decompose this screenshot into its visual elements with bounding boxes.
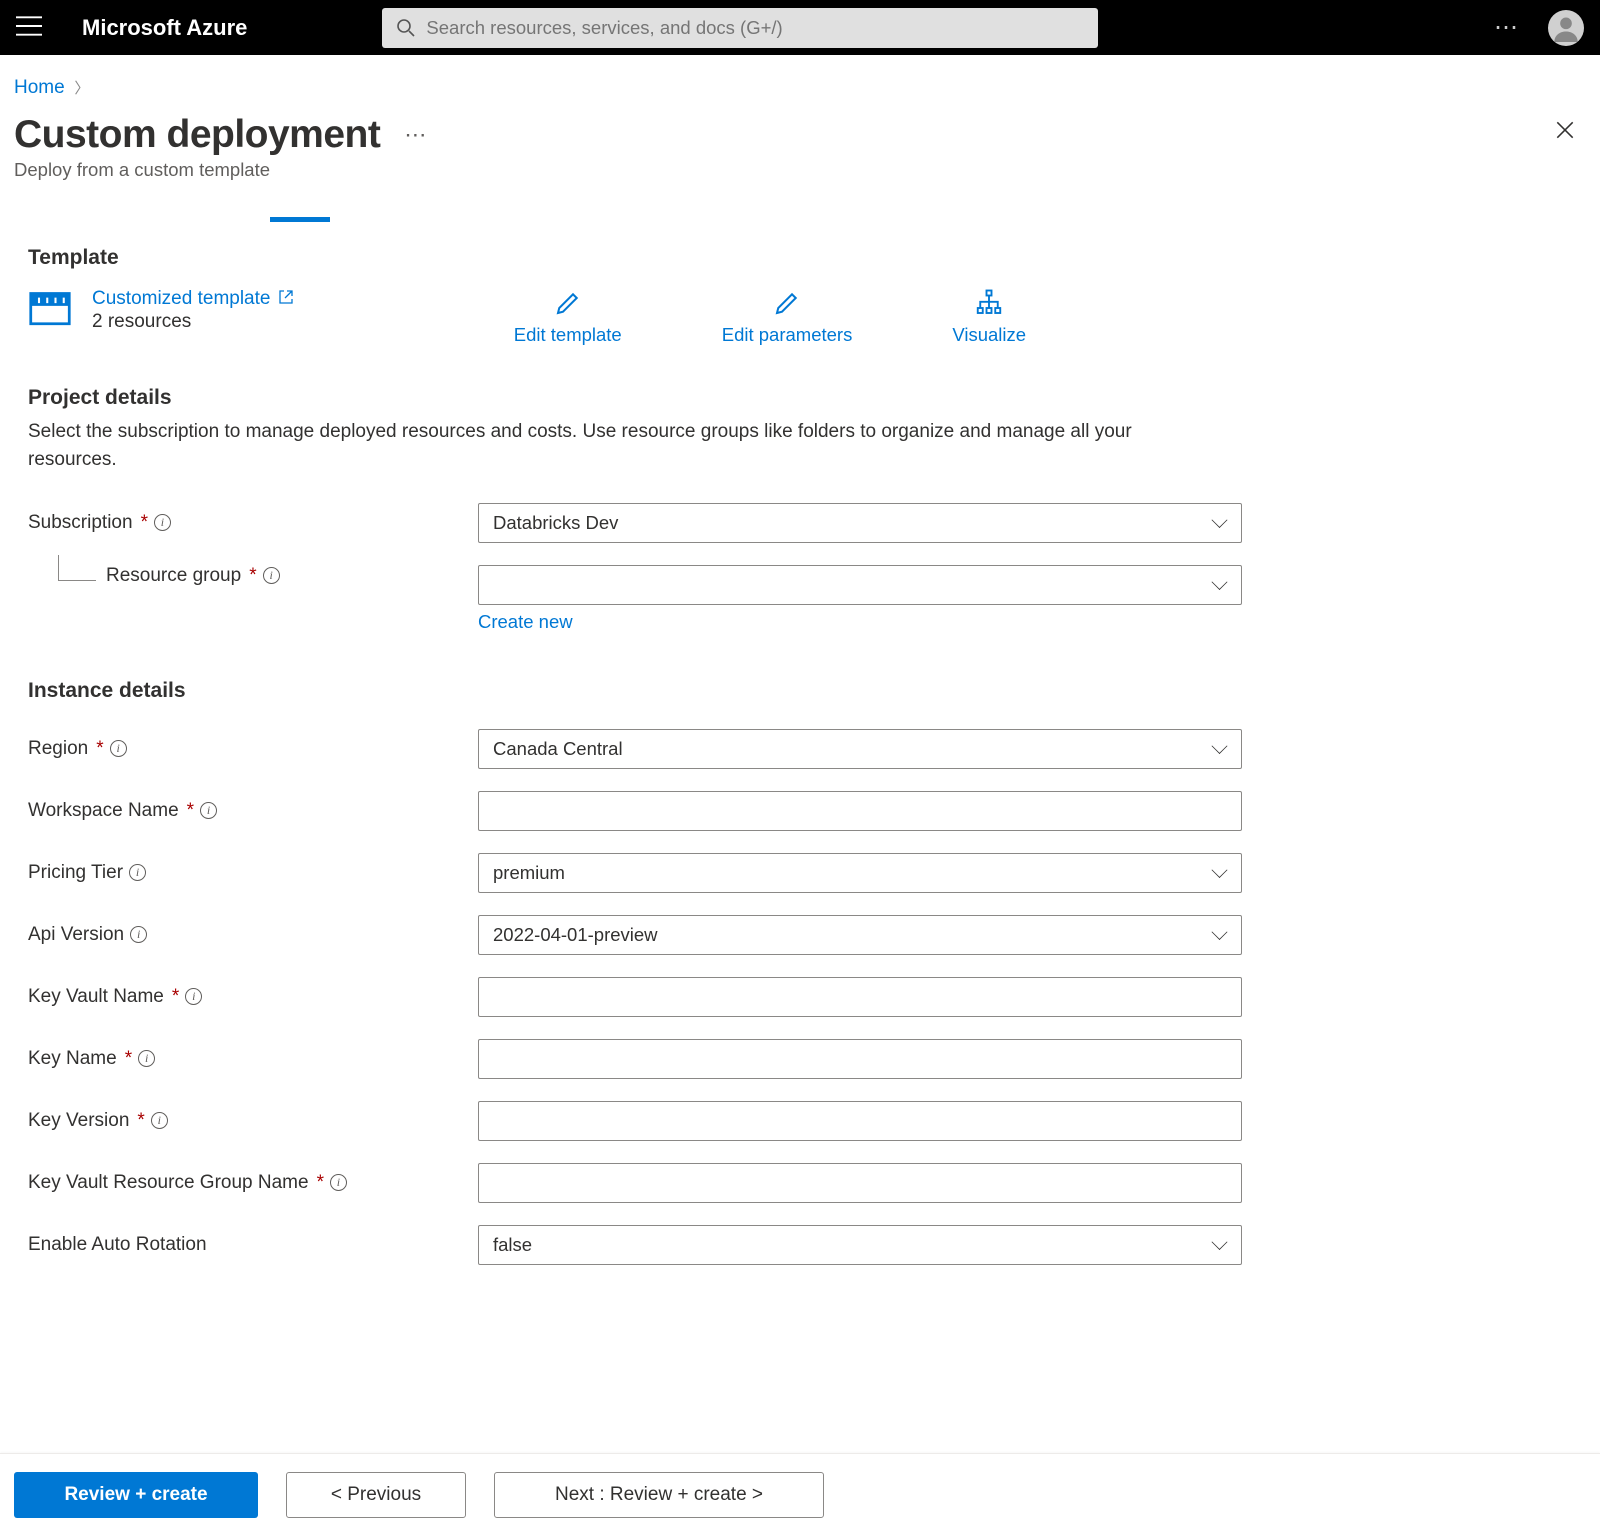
close-icon[interactable] (1554, 119, 1576, 144)
region-label: Region (28, 738, 88, 760)
key-vault-name-label: Key Vault Name (28, 986, 164, 1008)
kv-rg-name-input[interactable] (478, 1163, 1242, 1203)
info-icon[interactable]: i (185, 988, 202, 1005)
template-icon (28, 288, 72, 332)
pricing-tier-row: Pricing Tier i premium (28, 853, 1242, 893)
workspace-name-row: Workspace Name*i (28, 791, 1242, 831)
subscription-row: Subscription*i Databricks Dev (28, 503, 1242, 543)
resource-group-select[interactable] (478, 565, 1242, 605)
visualize-button[interactable]: Visualize (952, 288, 1026, 346)
next-button[interactable]: Next : Review + create > (494, 1472, 824, 1518)
info-icon[interactable]: i (263, 567, 280, 584)
template-row: Customized template 2 resources Edit tem… (28, 288, 1242, 346)
global-header: Microsoft Azure ⋯ (0, 0, 1600, 55)
subscription-select[interactable]: Databricks Dev (478, 503, 1242, 543)
template-section-head: Template (28, 246, 1242, 270)
review-create-button[interactable]: Review + create (14, 1472, 258, 1518)
kv-rg-name-label: Key Vault Resource Group Name (28, 1172, 309, 1194)
info-icon[interactable]: i (151, 1112, 168, 1129)
key-name-label: Key Name (28, 1048, 117, 1070)
api-version-label: Api Version (28, 924, 124, 946)
info-icon[interactable]: i (138, 1050, 155, 1067)
footer-actions: Review + create < Previous Next : Review… (0, 1453, 1600, 1536)
edit-template-button[interactable]: Edit template (514, 288, 622, 346)
info-icon[interactable]: i (330, 1174, 347, 1191)
pencil-icon (772, 288, 802, 318)
hamburger-icon[interactable] (16, 16, 42, 39)
page-subtitle: Deploy from a custom template (14, 159, 1586, 181)
region-select[interactable]: Canada Central (478, 729, 1242, 769)
auto-rotation-select[interactable]: false (478, 1225, 1242, 1265)
previous-button[interactable]: < Previous (286, 1472, 466, 1518)
key-vault-name-row: Key Vault Name*i (28, 977, 1242, 1017)
create-new-rg-link[interactable]: Create new (478, 611, 573, 633)
project-details-desc: Select the subscription to manage deploy… (28, 418, 1198, 475)
key-version-row: Key Version*i (28, 1101, 1242, 1141)
key-vault-name-input[interactable] (478, 977, 1242, 1017)
search-input[interactable] (426, 17, 1084, 39)
project-details-head: Project details (28, 386, 1242, 410)
key-name-input[interactable] (478, 1039, 1242, 1079)
breadcrumb-home[interactable]: Home (14, 77, 65, 98)
global-search[interactable] (382, 8, 1098, 48)
subscription-label: Subscription (28, 512, 133, 534)
user-avatar[interactable] (1548, 10, 1584, 46)
search-icon (396, 18, 416, 38)
info-icon[interactable]: i (129, 864, 146, 881)
info-icon[interactable]: i (200, 802, 217, 819)
pricing-tier-label: Pricing Tier (28, 862, 123, 884)
instance-details-head: Instance details (28, 679, 1242, 703)
auto-rotation-row: Enable Auto Rotation false (28, 1225, 1242, 1265)
page-more-icon[interactable]: ⋯ (404, 122, 428, 148)
chevron-right-icon: 〉 (74, 80, 89, 97)
key-name-row: Key Name*i (28, 1039, 1242, 1079)
breadcrumb: Home 〉 (0, 55, 1600, 113)
external-link-icon (278, 289, 294, 305)
info-icon[interactable]: i (154, 514, 171, 531)
info-icon[interactable]: i (110, 740, 127, 757)
resource-group-label: Resource group (106, 565, 241, 587)
header-more-icon[interactable]: ⋯ (1494, 13, 1520, 42)
pencil-icon (553, 288, 583, 318)
info-icon[interactable]: i (130, 926, 147, 943)
kv-rg-name-row: Key Vault Resource Group Name*i (28, 1163, 1242, 1203)
edit-parameters-button[interactable]: Edit parameters (722, 288, 853, 346)
region-row: Region*i Canada Central (28, 729, 1242, 769)
page-title: Custom deployment (14, 113, 380, 157)
api-version-row: Api Version i 2022-04-01-preview (28, 915, 1242, 955)
customized-template-link[interactable]: Customized template (92, 288, 294, 309)
workspace-name-input[interactable] (478, 791, 1242, 831)
brand-label: Microsoft Azure (82, 15, 247, 41)
auto-rotation-label: Enable Auto Rotation (28, 1234, 207, 1256)
page-header: Custom deployment ⋯ Deploy from a custom… (0, 113, 1600, 187)
key-version-input[interactable] (478, 1101, 1242, 1141)
pricing-tier-select[interactable]: premium (478, 853, 1242, 893)
template-resources-count: 2 resources (92, 311, 294, 333)
resource-group-row: Resource group*i Create new (28, 565, 1242, 633)
hierarchy-icon (974, 288, 1004, 318)
workspace-name-label: Workspace Name (28, 800, 179, 822)
key-version-label: Key Version (28, 1110, 129, 1132)
api-version-select[interactable]: 2022-04-01-preview (478, 915, 1242, 955)
form-content: Template Customized template 2 resources… (0, 222, 1270, 1407)
